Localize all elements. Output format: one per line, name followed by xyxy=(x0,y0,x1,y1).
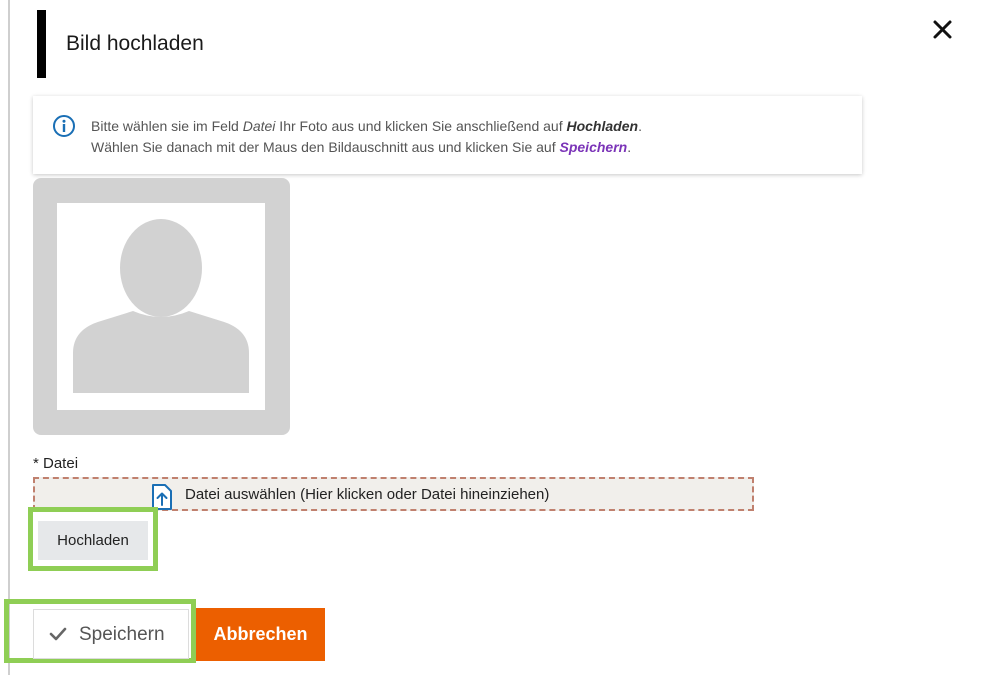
info-text: Bitte wählen sie im Feld Datei Ihr Foto … xyxy=(91,116,642,158)
upload-button[interactable]: Hochladen xyxy=(38,521,148,560)
close-icon xyxy=(933,20,952,39)
dropzone-text: Datei auswählen (Hier klicken oder Datei… xyxy=(185,486,550,503)
dialog-title: Bild hochladen xyxy=(66,32,204,55)
close-button[interactable] xyxy=(928,15,958,45)
save-button-label: Speichern xyxy=(79,624,165,645)
title-accent-bar xyxy=(37,10,46,78)
checkmark-icon xyxy=(49,627,67,641)
info-box: Bitte wählen sie im Feld Datei Ihr Foto … xyxy=(33,96,862,174)
info-circle-icon xyxy=(53,115,75,137)
file-field-label: * Datei xyxy=(33,455,79,472)
info-line-1: Bitte wählen sie im Feld Datei Ihr Foto … xyxy=(91,118,642,134)
cancel-button[interactable]: Abbrechen xyxy=(196,608,325,661)
save-button[interactable]: Speichern xyxy=(33,609,189,659)
person-placeholder-icon xyxy=(73,219,249,393)
avatar-preview xyxy=(33,178,290,435)
file-dropzone[interactable]: Datei auswählen (Hier klicken oder Datei… xyxy=(33,477,754,511)
left-border xyxy=(8,0,10,675)
info-line-2: Wählen Sie danach mit der Maus den Bilda… xyxy=(91,139,632,155)
avatar-canvas xyxy=(57,203,265,410)
